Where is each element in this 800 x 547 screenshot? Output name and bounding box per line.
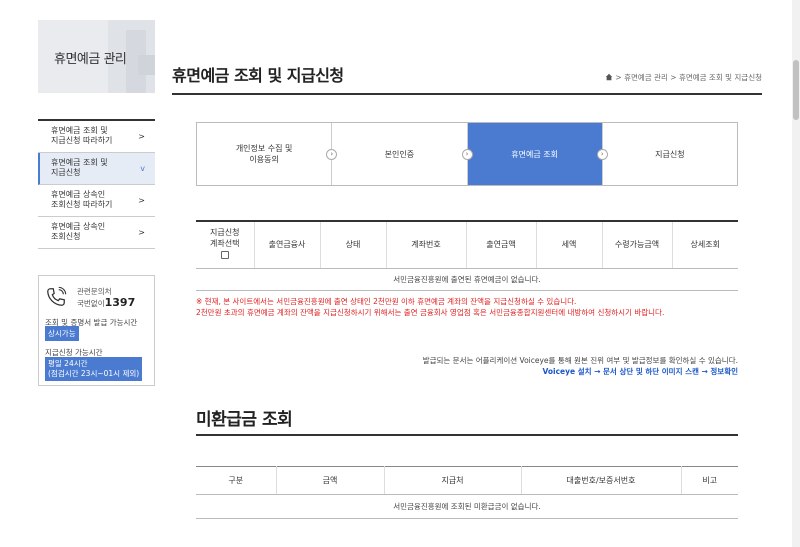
- sidebar-item-guide[interactable]: 휴면예금 조회 및 지급신청 따라하기 >: [38, 121, 155, 153]
- column-header: 계좌번호: [386, 221, 467, 269]
- contact-box: 관련문의처 국번없이1397 조회 및 증명서 발급 가능시간 상시가능 지급신…: [38, 275, 155, 386]
- column-header-select: 지급신청 계좌선택: [196, 221, 255, 269]
- column-header: 수령가능금액: [602, 221, 673, 269]
- chevron-right-icon: >: [138, 196, 145, 205]
- column-header: 출연금융사: [254, 221, 321, 269]
- sidebar-item-label: 지급신청: [51, 168, 81, 177]
- section-title-unreturned: 미환급금 조회: [196, 410, 293, 430]
- column-header: 상태: [320, 221, 387, 269]
- breadcrumb-separator: >: [670, 73, 677, 82]
- contact-prefix: 국번없이: [77, 299, 105, 308]
- notice-text: ※ 현재, 본 사이트에서는 서민금융진흥원에 출연 상태인 2천만원 이하 휴…: [196, 296, 738, 318]
- step-auth: 본인인증 ›: [332, 123, 473, 185]
- page-title: 휴면예금 조회 및 지급신청: [172, 66, 344, 85]
- step-label: 이용동의: [249, 155, 279, 164]
- step-indicator: 개인정보 수집 및이용동의 › 본인인증 › 휴면예금 조회 › 지급신청: [196, 122, 738, 186]
- breadcrumb-separator: >: [615, 73, 622, 82]
- column-header: 세액: [536, 221, 603, 269]
- sidebar-item-label: 휴면예금 조회 및: [51, 126, 108, 135]
- contact-number-line: 국번없이1397: [77, 296, 135, 309]
- sidebar-item-label: 조회신청 따라하기: [51, 200, 113, 209]
- scrollbar[interactable]: [792, 0, 800, 547]
- unreturned-table: 구분 금액 지급처 대출번호/보증서번호 비고 서민금융진흥원에 조회된 미환급…: [196, 466, 738, 519]
- column-header-label: 지급신청 계좌선택: [210, 228, 240, 249]
- step-apply: 지급신청: [603, 123, 737, 185]
- column-header: 상세조회: [672, 221, 738, 269]
- column-header: 금액: [276, 466, 385, 495]
- apply-hours-line: (점검시간 23시~01시 제외): [48, 369, 140, 378]
- contact-number: 1397: [104, 296, 136, 309]
- inquiry-hours-badge: 상시가능: [45, 326, 79, 341]
- column-header: 구분: [196, 466, 277, 495]
- column-header: 대출번호/보증서번호: [521, 466, 682, 495]
- scrollbar-thumb[interactable]: [793, 60, 799, 120]
- column-header: 지급처: [384, 466, 522, 495]
- empty-message: 서민금융진흥원에 출연된 휴면예금이 없습니다.: [196, 268, 738, 291]
- chevron-right-icon: >: [138, 132, 145, 141]
- step-label: 본인인증: [384, 149, 415, 159]
- step-label: 개인정보 수집 및: [235, 144, 293, 153]
- empty-message: 서민금융진흥원에 조회된 미환급금이 없습니다.: [196, 494, 738, 519]
- header-decoration: [138, 55, 155, 75]
- step-lookup: 휴면예금 조회 ›: [467, 123, 608, 185]
- chevron-right-icon: ›: [461, 149, 473, 160]
- home-icon[interactable]: [605, 73, 613, 81]
- apply-hours-line: 평일 24시간: [48, 359, 88, 368]
- notice-line: ※ 현재, 본 사이트에서는 서민금융진흥원에 출연 상태인 2천만원 이하 휴…: [196, 297, 577, 306]
- section-divider: [196, 434, 738, 436]
- title-divider: [172, 93, 762, 95]
- column-header: 비고: [681, 466, 738, 495]
- sidebar-header: 휴면예금 관리: [38, 20, 155, 93]
- dormant-deposit-table: 지급신청 계좌선택 출연금융사 상태 계좌번호 출연금액 세액 수령가능금액 상…: [196, 220, 738, 291]
- phone-icon: [47, 286, 67, 306]
- select-all-checkbox[interactable]: [220, 251, 229, 260]
- breadcrumb-item[interactable]: 휴면예금 조회 및 지급신청: [679, 73, 762, 82]
- sidebar-item-label: 휴면예금 상속인: [51, 222, 106, 231]
- sidebar-item-label: 휴면예금 조회 및: [51, 158, 108, 167]
- column-header: 출연금액: [466, 221, 537, 269]
- sidebar-item-label: 조회신청: [51, 232, 81, 241]
- step-label: 지급신청: [655, 149, 685, 159]
- sidebar-title: 휴면예금 관리: [54, 52, 127, 67]
- sidebar-item-heir[interactable]: 휴면예금 상속인 조회신청 >: [38, 217, 155, 249]
- sidebar-item-apply[interactable]: 휴면예금 조회 및 지급신청 v: [38, 153, 155, 185]
- notice-line: 2천만원 초과의 휴면예금 계좌의 잔액을 지급신청하시기 위해서는 출연 금융…: [196, 308, 665, 317]
- breadcrumb: > 휴면예금 관리 > 휴면예금 조회 및 지급신청: [605, 72, 762, 83]
- sidebar-item-label: 휴면예금 상속인: [51, 190, 106, 199]
- chevron-right-icon: >: [138, 228, 145, 237]
- breadcrumb-item[interactable]: 휴면예금 관리: [624, 73, 668, 82]
- chevron-down-icon: v: [140, 164, 145, 173]
- chevron-right-icon: ›: [596, 149, 608, 160]
- voiceye-guide[interactable]: Voiceye 설치 → 문서 상단 및 하단 이미지 스캔 → 정보확인: [542, 366, 738, 377]
- apply-hours-badge: 평일 24시간 (점검시간 23시~01시 제외): [45, 357, 143, 381]
- step-label: 휴면예금 조회: [511, 149, 558, 159]
- sidebar-menu: 휴면예금 조회 및 지급신청 따라하기 > 휴면예금 조회 및 지급신청 v 휴…: [38, 119, 155, 249]
- issue-info: 발급되는 문서는 어플리케이션 Voiceye를 통해 원본 진위 여부 및 발…: [422, 356, 738, 365]
- sidebar-item-label: 지급신청 따라하기: [51, 136, 113, 145]
- step-consent: 개인정보 수집 및 이용동의 ›: [197, 123, 338, 185]
- sidebar-item-heir-guide[interactable]: 휴면예금 상속인 조회신청 따라하기 >: [38, 185, 155, 217]
